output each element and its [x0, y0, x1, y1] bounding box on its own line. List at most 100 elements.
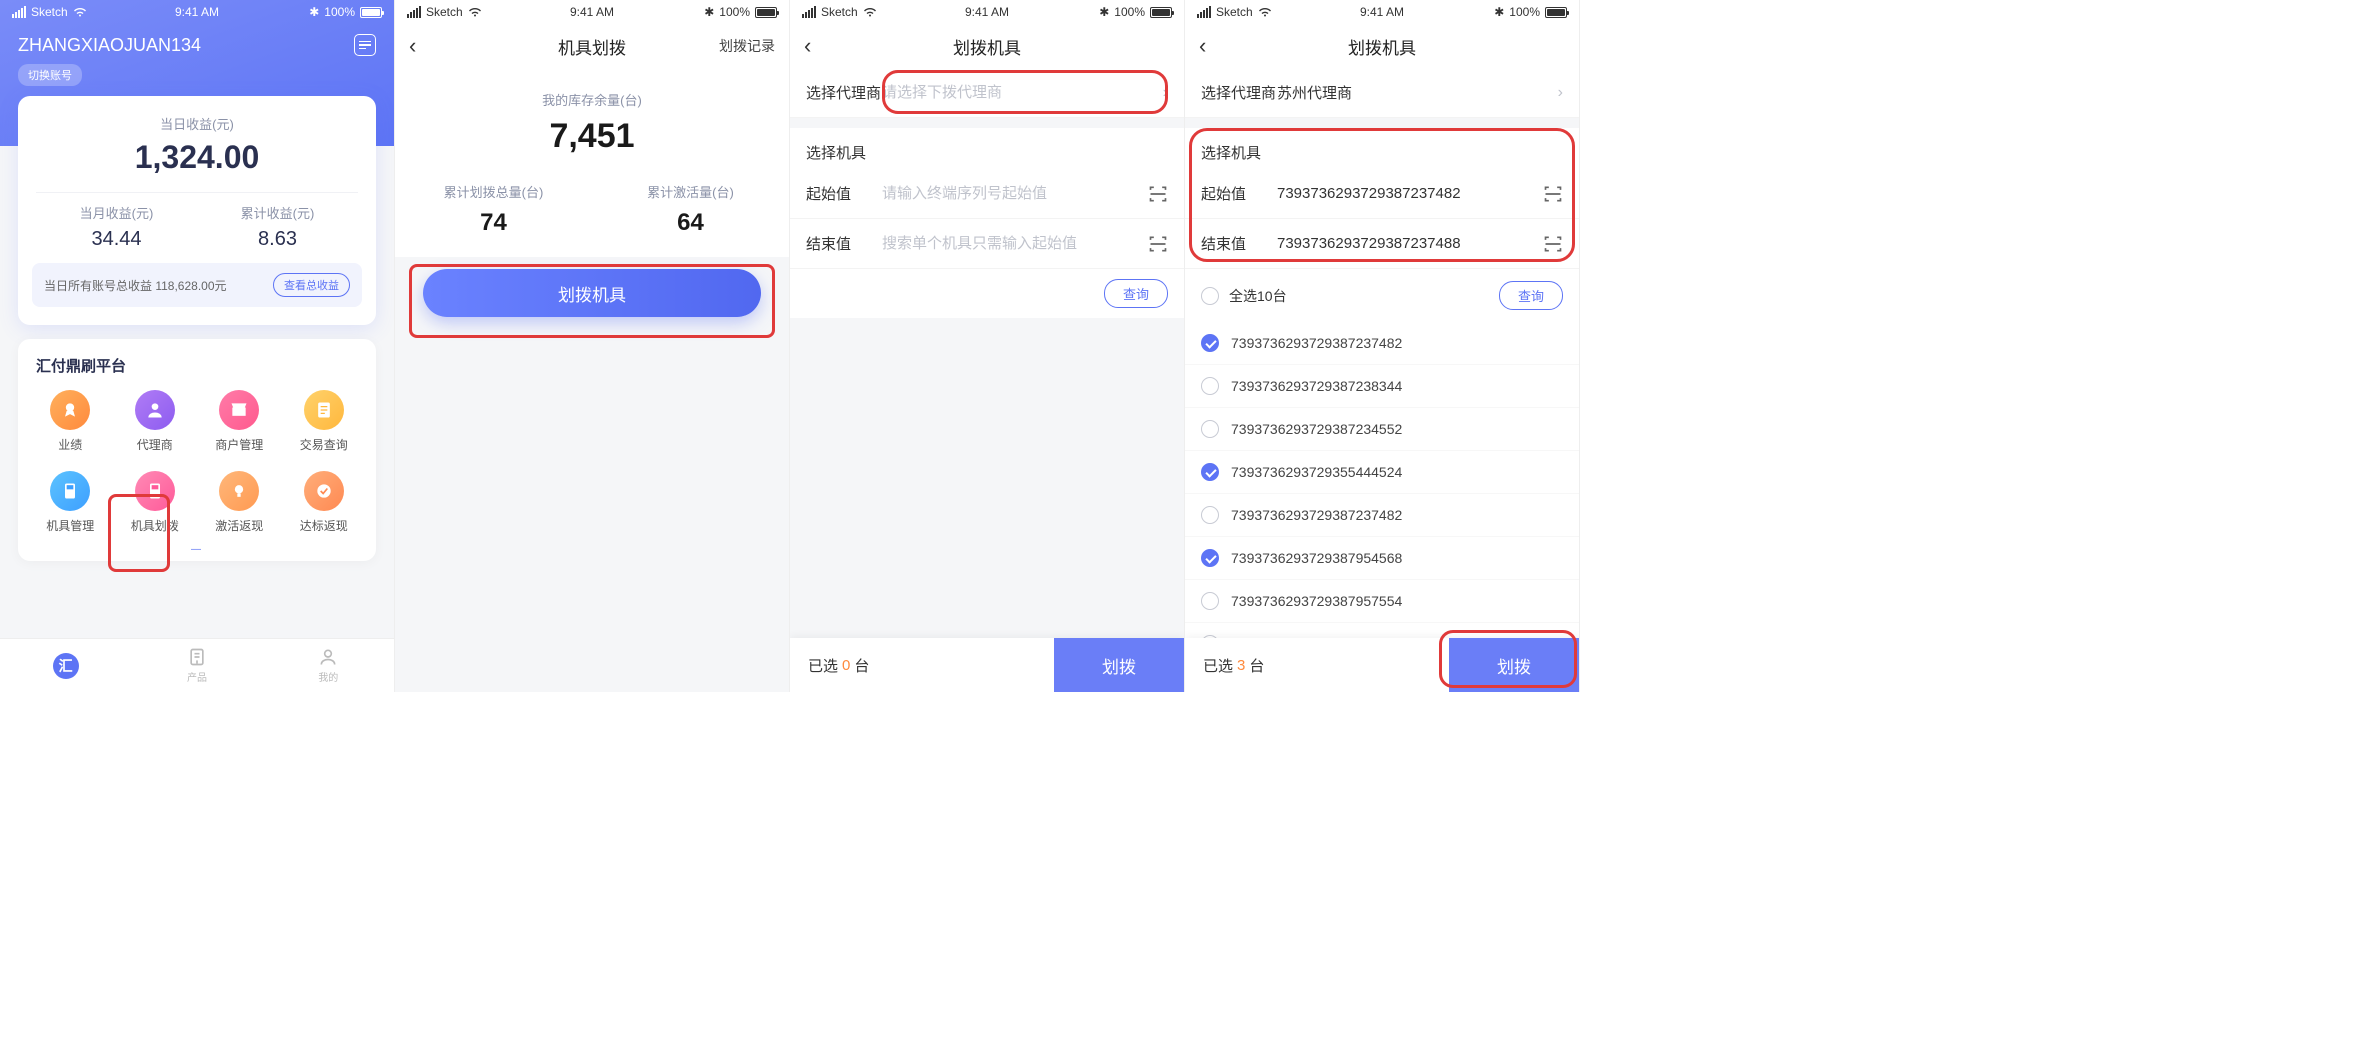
serial-checkbox[interactable] [1201, 463, 1219, 481]
status-bar: Sketch 9:41 AM ✱ 100% [0, 0, 394, 24]
bluetooth-icon: ✱ [309, 5, 319, 19]
back-button[interactable]: ‹ [804, 33, 811, 59]
records-link[interactable]: 划拨记录 [719, 36, 775, 56]
serial-row[interactable]: 7393736293729387957554 [1185, 580, 1579, 623]
start-label: 起始值 [806, 183, 882, 204]
notes-icon[interactable] [354, 34, 376, 56]
nav-header: ‹ 机具划拨 划拨记录 [395, 24, 789, 68]
transfer-device-button[interactable]: 划拨机具 [423, 269, 761, 317]
tab-home[interactable]: 汇 [0, 639, 131, 692]
grid-item-shop[interactable]: 商户管理 [197, 390, 282, 453]
serial-row[interactable]: 7393736293729387234552 [1185, 408, 1579, 451]
serial-row[interactable]: 7393736293729387954568 [1185, 537, 1579, 580]
battery-label: 100% [324, 5, 355, 19]
serial-row[interactable]: 7393736293729387237482 [1185, 322, 1579, 365]
transfer-button[interactable]: 划拨 [1449, 638, 1579, 692]
screen-transfer-overview: Sketch 9:41 AM ✱100% ‹ 机具划拨 划拨记录 我的库存余量(… [395, 0, 790, 692]
nav-header: ‹ 划拨机具 [1185, 24, 1579, 68]
grid-item-bulb[interactable]: 激活返现 [197, 471, 282, 534]
serial-row[interactable]: 7393736293729355444524 [1185, 451, 1579, 494]
tab-profile[interactable]: 我的 [263, 639, 394, 692]
scan-icon[interactable] [1543, 234, 1563, 254]
stock-label: 我的库存余量(台) [395, 90, 789, 109]
back-button[interactable]: ‹ [409, 33, 416, 59]
grid-label: 商户管理 [215, 436, 263, 453]
platform-title: 汇付鼎刷平台 [28, 355, 366, 376]
serial-row[interactable]: 7393736293729387238344 [1185, 365, 1579, 408]
grid-label: 代理商 [137, 436, 173, 453]
select-all-checkbox[interactable] [1201, 287, 1219, 305]
today-income-label: 当日收益(元) [36, 114, 358, 133]
grid-item-person[interactable]: 代理商 [113, 390, 198, 453]
total-activate-label: 累计激活量(台) [592, 182, 789, 201]
chevron-right-icon: › [1163, 84, 1168, 102]
serial-checkbox[interactable] [1201, 506, 1219, 524]
tab-bar: 汇 产品 我的 [0, 638, 394, 692]
battery-icon [360, 7, 382, 18]
bluetooth-icon: ✱ [1099, 5, 1109, 19]
end-input[interactable] [882, 235, 1148, 252]
selected-prefix: 已选 [1203, 655, 1233, 676]
tab-product[interactable]: 产品 [131, 639, 262, 692]
wifi-icon [1258, 7, 1272, 17]
grid-item-device[interactable]: 机具管理 [28, 471, 113, 534]
agent-row[interactable]: 选择代理商 苏州代理商 › [1185, 68, 1579, 118]
serial-row[interactable]: 7393736293729387237482 [1185, 494, 1579, 537]
end-label: 结束值 [806, 233, 882, 254]
bulb-icon [219, 471, 259, 511]
selected-suffix: 台 [1249, 655, 1264, 676]
grid-label: 达标返现 [300, 517, 348, 534]
end-input[interactable] [1277, 235, 1543, 252]
serial-checkbox[interactable] [1201, 377, 1219, 395]
start-row: 起始值 [790, 169, 1184, 219]
platform-card: 汇付鼎刷平台 业绩代理商商户管理交易查询机具管理机具划拨激活返现达标返现 — [18, 339, 376, 561]
select-device-title: 选择机具 [790, 128, 1184, 169]
select-all-row: 全选10台 查询 [1185, 269, 1579, 322]
grid-label: 激活返现 [215, 517, 263, 534]
scan-icon[interactable] [1543, 184, 1563, 204]
grid-item-transfer[interactable]: 机具划拨 [113, 471, 198, 534]
start-label: 起始值 [1201, 183, 1277, 204]
person-icon [135, 390, 175, 430]
serial-checkbox[interactable] [1201, 549, 1219, 567]
carrier-label: Sketch [426, 5, 463, 19]
clock: 9:41 AM [965, 5, 1009, 19]
today-income-value: 1,324.00 [36, 139, 358, 176]
transfer-button[interactable]: 划拨 [1054, 638, 1184, 692]
signal-icon [802, 6, 816, 18]
clock: 9:41 AM [175, 5, 219, 19]
total-transfer-label: 累计划拨总量(台) [395, 182, 592, 201]
clock: 9:41 AM [1360, 5, 1404, 19]
back-button[interactable]: ‹ [1199, 33, 1206, 59]
switch-account-button[interactable]: 切换账号 [18, 64, 82, 86]
start-input[interactable] [882, 185, 1148, 202]
serial-checkbox[interactable] [1201, 334, 1219, 352]
page-title: 划拨机具 [1348, 34, 1416, 59]
agent-select[interactable] [882, 84, 1163, 101]
grid-item-check[interactable]: 达标返现 [282, 471, 367, 534]
end-row: 结束值 [790, 219, 1184, 269]
stock-value: 7,451 [395, 117, 789, 156]
scan-icon[interactable] [1148, 184, 1168, 204]
all-accounts-income: 当日所有账号总收益 118,628.00元 [44, 277, 227, 294]
grid-label: 机具管理 [46, 517, 94, 534]
check-icon [304, 471, 344, 511]
status-bar: Sketch 9:41 AM ✱100% [395, 0, 789, 24]
agent-row[interactable]: 选择代理商 › [790, 68, 1184, 118]
footer-bar: 已选 3 台 划拨 [1185, 638, 1579, 692]
battery-label: 100% [1509, 5, 1540, 19]
income-card: 当日收益(元) 1,324.00 当月收益(元) 34.44 累计收益(元) 8… [18, 96, 376, 325]
serial-checkbox[interactable] [1201, 420, 1219, 438]
serial-checkbox[interactable] [1201, 592, 1219, 610]
grid-item-doc[interactable]: 交易查询 [282, 390, 367, 453]
selected-count: 3 [1237, 657, 1245, 674]
wifi-icon [73, 7, 87, 17]
query-button[interactable]: 查询 [1499, 281, 1563, 310]
battery-label: 100% [719, 5, 750, 19]
grid-item-medal[interactable]: 业绩 [28, 390, 113, 453]
start-input[interactable] [1277, 185, 1543, 202]
scan-icon[interactable] [1148, 234, 1168, 254]
view-total-button[interactable]: 查看总收益 [273, 273, 350, 297]
query-button[interactable]: 查询 [1104, 279, 1168, 308]
agent-value: 苏州代理商 [1277, 82, 1558, 103]
